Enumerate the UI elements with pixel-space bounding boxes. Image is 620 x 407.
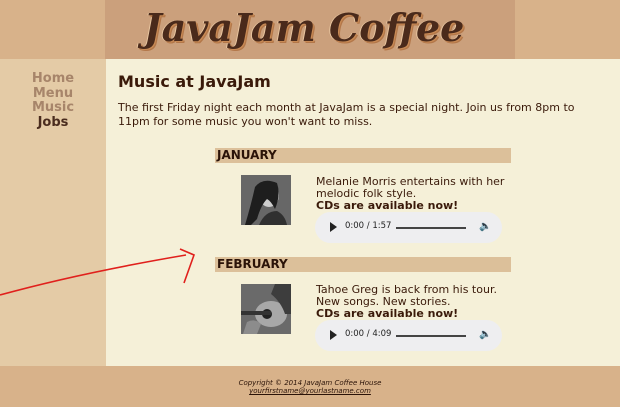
audio-time: 0:00 / 1:57 <box>345 221 392 231</box>
melanie-morris-photo <box>241 175 291 225</box>
volume-icon[interactable]: 🔈 <box>479 329 491 341</box>
header-banner: JavaJam Coffee House <box>0 0 620 106</box>
audio-progress-bar[interactable] <box>396 227 466 229</box>
main-nav: Home Menu Music Jobs <box>0 71 106 131</box>
page-title: Music at JavaJam <box>118 72 271 91</box>
cd-availability-text: CDs are available now! <box>316 199 459 212</box>
audio-player-january[interactable]: 0:00 / 1:57 🔈 <box>315 212 502 243</box>
copyright-text: Copyright © 2014 JavaJam Coffee House <box>238 379 382 387</box>
month-heading-february: FEBRUARY <box>215 257 511 272</box>
audio-time: 0:00 / 4:09 <box>345 329 392 339</box>
month-heading-january: JANUARY <box>215 148 511 163</box>
nav-jobs-link[interactable]: Jobs <box>0 115 106 131</box>
event-description-january: Melanie Morris entertains with her melod… <box>316 176 506 212</box>
nav-music-link[interactable]: Music <box>0 100 106 116</box>
play-icon[interactable] <box>330 330 337 340</box>
nav-home-link[interactable]: Home <box>0 71 106 87</box>
tahoe-greg-photo <box>241 284 291 334</box>
volume-icon[interactable]: 🔈 <box>479 221 491 233</box>
play-icon[interactable] <box>330 222 337 232</box>
nav-menu-link[interactable]: Menu <box>0 86 106 102</box>
event-description-february: Tahoe Greg is back from his tour. New so… <box>316 284 506 320</box>
email-link[interactable]: yourfirstname@yourlastname.com <box>0 387 620 395</box>
annotation-arrow <box>0 248 196 296</box>
audio-player-february[interactable]: 0:00 / 4:09 🔈 <box>315 320 502 351</box>
cd-availability-text: CDs are available now! <box>316 307 459 320</box>
site-logo: JavaJam Coffee House <box>143 5 465 106</box>
audio-progress-bar[interactable] <box>396 335 466 337</box>
intro-text: The first Friday night each month at Jav… <box>118 101 575 128</box>
